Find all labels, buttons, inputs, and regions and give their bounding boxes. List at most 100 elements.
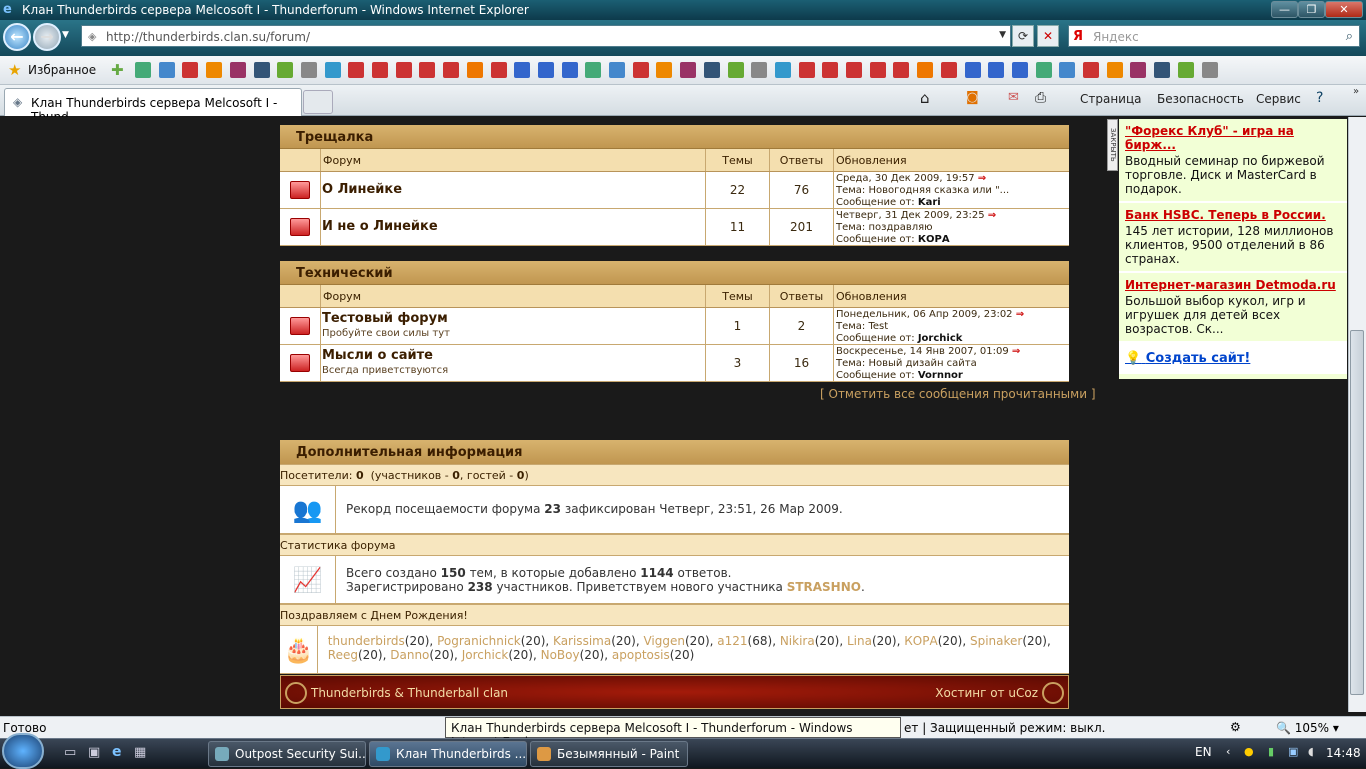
taskbar-outpost[interactable]: Outpost Security Sui... bbox=[208, 741, 366, 767]
favorite-link-icon[interactable] bbox=[1177, 62, 1194, 78]
favorite-link-icon[interactable] bbox=[656, 62, 673, 78]
add-favorite-icon[interactable]: ✚ bbox=[111, 61, 124, 79]
chevron-more-icon[interactable]: » bbox=[1353, 86, 1359, 97]
birthday-user-link[interactable]: a121 bbox=[717, 634, 747, 648]
favorite-link-icon[interactable] bbox=[774, 62, 791, 78]
forward-button[interactable]: → bbox=[33, 23, 61, 51]
go-last-post-icon[interactable]: ⇒ bbox=[978, 173, 986, 184]
favorite-link-icon[interactable] bbox=[893, 62, 910, 78]
favorite-link-icon[interactable] bbox=[1130, 62, 1147, 78]
favorite-link-icon[interactable] bbox=[585, 62, 602, 78]
birthday-user-link[interactable]: apoptosis bbox=[612, 648, 670, 662]
birthday-user-link[interactable]: Pogranichnick bbox=[437, 634, 521, 648]
favorites-star-icon[interactable]: ★ bbox=[8, 61, 21, 79]
favorite-link-icon[interactable] bbox=[1035, 62, 1052, 78]
clock[interactable]: 14:48 bbox=[1326, 746, 1361, 760]
go-last-post-icon[interactable]: ⇒ bbox=[1012, 346, 1020, 357]
favorite-link-icon[interactable] bbox=[609, 62, 625, 78]
switch-windows-icon[interactable]: ▣ bbox=[88, 745, 100, 760]
favorite-link-icon[interactable] bbox=[324, 62, 341, 78]
favorite-link-icon[interactable] bbox=[348, 62, 365, 78]
ucoz-link[interactable]: uCoz bbox=[1008, 686, 1038, 700]
ad-title-link[interactable]: Интернет-магазин Detmoda.ru bbox=[1125, 278, 1341, 292]
forum-link[interactable]: Тестовый форум bbox=[322, 311, 704, 326]
go-last-post-icon[interactable]: ⇒ bbox=[1016, 309, 1024, 320]
taskbar-paint[interactable]: Безымянный - Paint bbox=[530, 741, 688, 767]
last-post-topic[interactable]: Тема: Test bbox=[836, 321, 888, 332]
search-input[interactable]: Яндекс bbox=[1093, 30, 1139, 44]
favorite-link-icon[interactable] bbox=[490, 62, 507, 78]
new-tab-button[interactable] bbox=[303, 90, 333, 114]
safety-menu[interactable]: Безопасность bbox=[1157, 92, 1244, 106]
language-indicator[interactable]: EN bbox=[1195, 745, 1212, 759]
search-icon[interactable]: ⌕ bbox=[1346, 29, 1353, 44]
favorite-link-icon[interactable] bbox=[1201, 62, 1218, 78]
new-user-link[interactable]: STRASHNO bbox=[787, 580, 861, 594]
birthday-user-link[interactable]: КОРА bbox=[904, 634, 937, 648]
favorite-link-icon[interactable] bbox=[846, 62, 862, 78]
favorite-link-icon[interactable] bbox=[229, 62, 246, 78]
birthday-user-link[interactable]: Viggen bbox=[643, 634, 685, 648]
favorite-link-icon[interactable] bbox=[300, 62, 317, 78]
page-menu[interactable]: Страница bbox=[1080, 92, 1142, 106]
favorite-link-icon[interactable] bbox=[727, 62, 744, 78]
tray-app-icon[interactable]: ● bbox=[1244, 745, 1254, 758]
favorite-link-icon[interactable] bbox=[206, 62, 223, 78]
favorite-link-icon[interactable] bbox=[703, 62, 720, 78]
birthday-user-link[interactable]: Jorchick bbox=[462, 648, 509, 662]
refresh-button[interactable]: ⟳ bbox=[1012, 25, 1034, 47]
zone-icon[interactable]: ⚙ bbox=[1230, 720, 1241, 734]
close-window-button[interactable]: ✕ bbox=[1325, 1, 1363, 18]
last-post-topic[interactable]: Тема: Новый дизайн сайта bbox=[836, 358, 977, 369]
start-button[interactable] bbox=[2, 733, 44, 769]
favorite-link-icon[interactable] bbox=[869, 62, 886, 78]
birthday-user-link[interactable]: Danno bbox=[390, 648, 429, 662]
forum-link[interactable]: И не о Линейке bbox=[322, 219, 704, 234]
favorite-link-icon[interactable] bbox=[751, 62, 768, 78]
favorite-link-icon[interactable] bbox=[514, 62, 531, 78]
last-post-author[interactable]: Vornnor bbox=[918, 370, 963, 381]
favorite-link-icon[interactable] bbox=[988, 62, 1005, 78]
taskbar-ie[interactable]: Клан Thunderbirds ... bbox=[369, 741, 527, 767]
paint-quicklaunch-icon[interactable]: ▦ bbox=[134, 745, 146, 760]
favorite-link-icon[interactable] bbox=[537, 62, 554, 78]
tools-menu[interactable]: Сервис bbox=[1256, 92, 1301, 106]
tray-volume-icon[interactable]: ◖ bbox=[1308, 745, 1314, 758]
favorite-link-icon[interactable] bbox=[1083, 62, 1099, 78]
favorite-link-icon[interactable] bbox=[395, 62, 412, 78]
ie-quicklaunch-icon[interactable]: e bbox=[112, 744, 122, 760]
tray-security-icon[interactable]: ▮ bbox=[1268, 745, 1274, 758]
favorite-link-icon[interactable] bbox=[135, 62, 151, 78]
last-post-author[interactable]: Kari bbox=[918, 197, 941, 208]
birthday-user-link[interactable]: Spinaker bbox=[970, 634, 1022, 648]
ad-title-link[interactable]: Банк HSBC. Теперь в России. bbox=[1125, 208, 1341, 222]
favorite-link-icon[interactable] bbox=[561, 62, 578, 78]
favorite-link-icon[interactable] bbox=[158, 62, 175, 78]
favorite-link-icon[interactable] bbox=[182, 62, 199, 78]
stop-button[interactable]: ✕ bbox=[1037, 25, 1059, 47]
birthday-user-link[interactable]: thunderbirds bbox=[328, 634, 405, 648]
back-button[interactable]: ← bbox=[3, 23, 31, 51]
tray-network-icon[interactable]: ▣ bbox=[1288, 745, 1298, 758]
favorite-link-icon[interactable] bbox=[443, 62, 460, 78]
birthday-user-link[interactable]: Karissima bbox=[553, 634, 611, 648]
ad-title-link[interactable]: "Форекс Клуб" - игра на бирж... bbox=[1125, 124, 1341, 152]
last-post-topic[interactable]: Тема: Новогодняя сказка или "... bbox=[836, 185, 1009, 196]
print-icon[interactable]: ⎙ bbox=[1035, 90, 1046, 106]
favorite-link-icon[interactable] bbox=[1154, 62, 1171, 78]
forum-link[interactable]: Мысли о сайте bbox=[322, 348, 704, 363]
help-icon[interactable]: ? bbox=[1316, 90, 1323, 106]
scrollbar-thumb[interactable] bbox=[1350, 330, 1364, 695]
favorites-button[interactable]: Избранное bbox=[28, 63, 96, 77]
address-dropdown-icon[interactable]: ▼ bbox=[999, 30, 1006, 40]
favorite-link-icon[interactable] bbox=[680, 62, 697, 78]
tab-active[interactable]: ◈ Клан Thunderbirds сервера Melcosoft I … bbox=[4, 88, 302, 124]
show-desktop-icon[interactable]: ▭ bbox=[64, 745, 76, 760]
go-last-post-icon[interactable]: ⇒ bbox=[988, 210, 996, 221]
zoom-level[interactable]: 🔍 105% ▾ bbox=[1276, 721, 1339, 735]
search-box[interactable]: Я Яндекс ⌕ bbox=[1068, 25, 1360, 47]
birthday-user-link[interactable]: NoBoy bbox=[541, 648, 580, 662]
tray-expand-icon[interactable]: ‹ bbox=[1226, 745, 1230, 758]
mail-icon[interactable]: ✉ bbox=[1008, 90, 1019, 105]
favorite-link-icon[interactable] bbox=[1106, 62, 1123, 78]
